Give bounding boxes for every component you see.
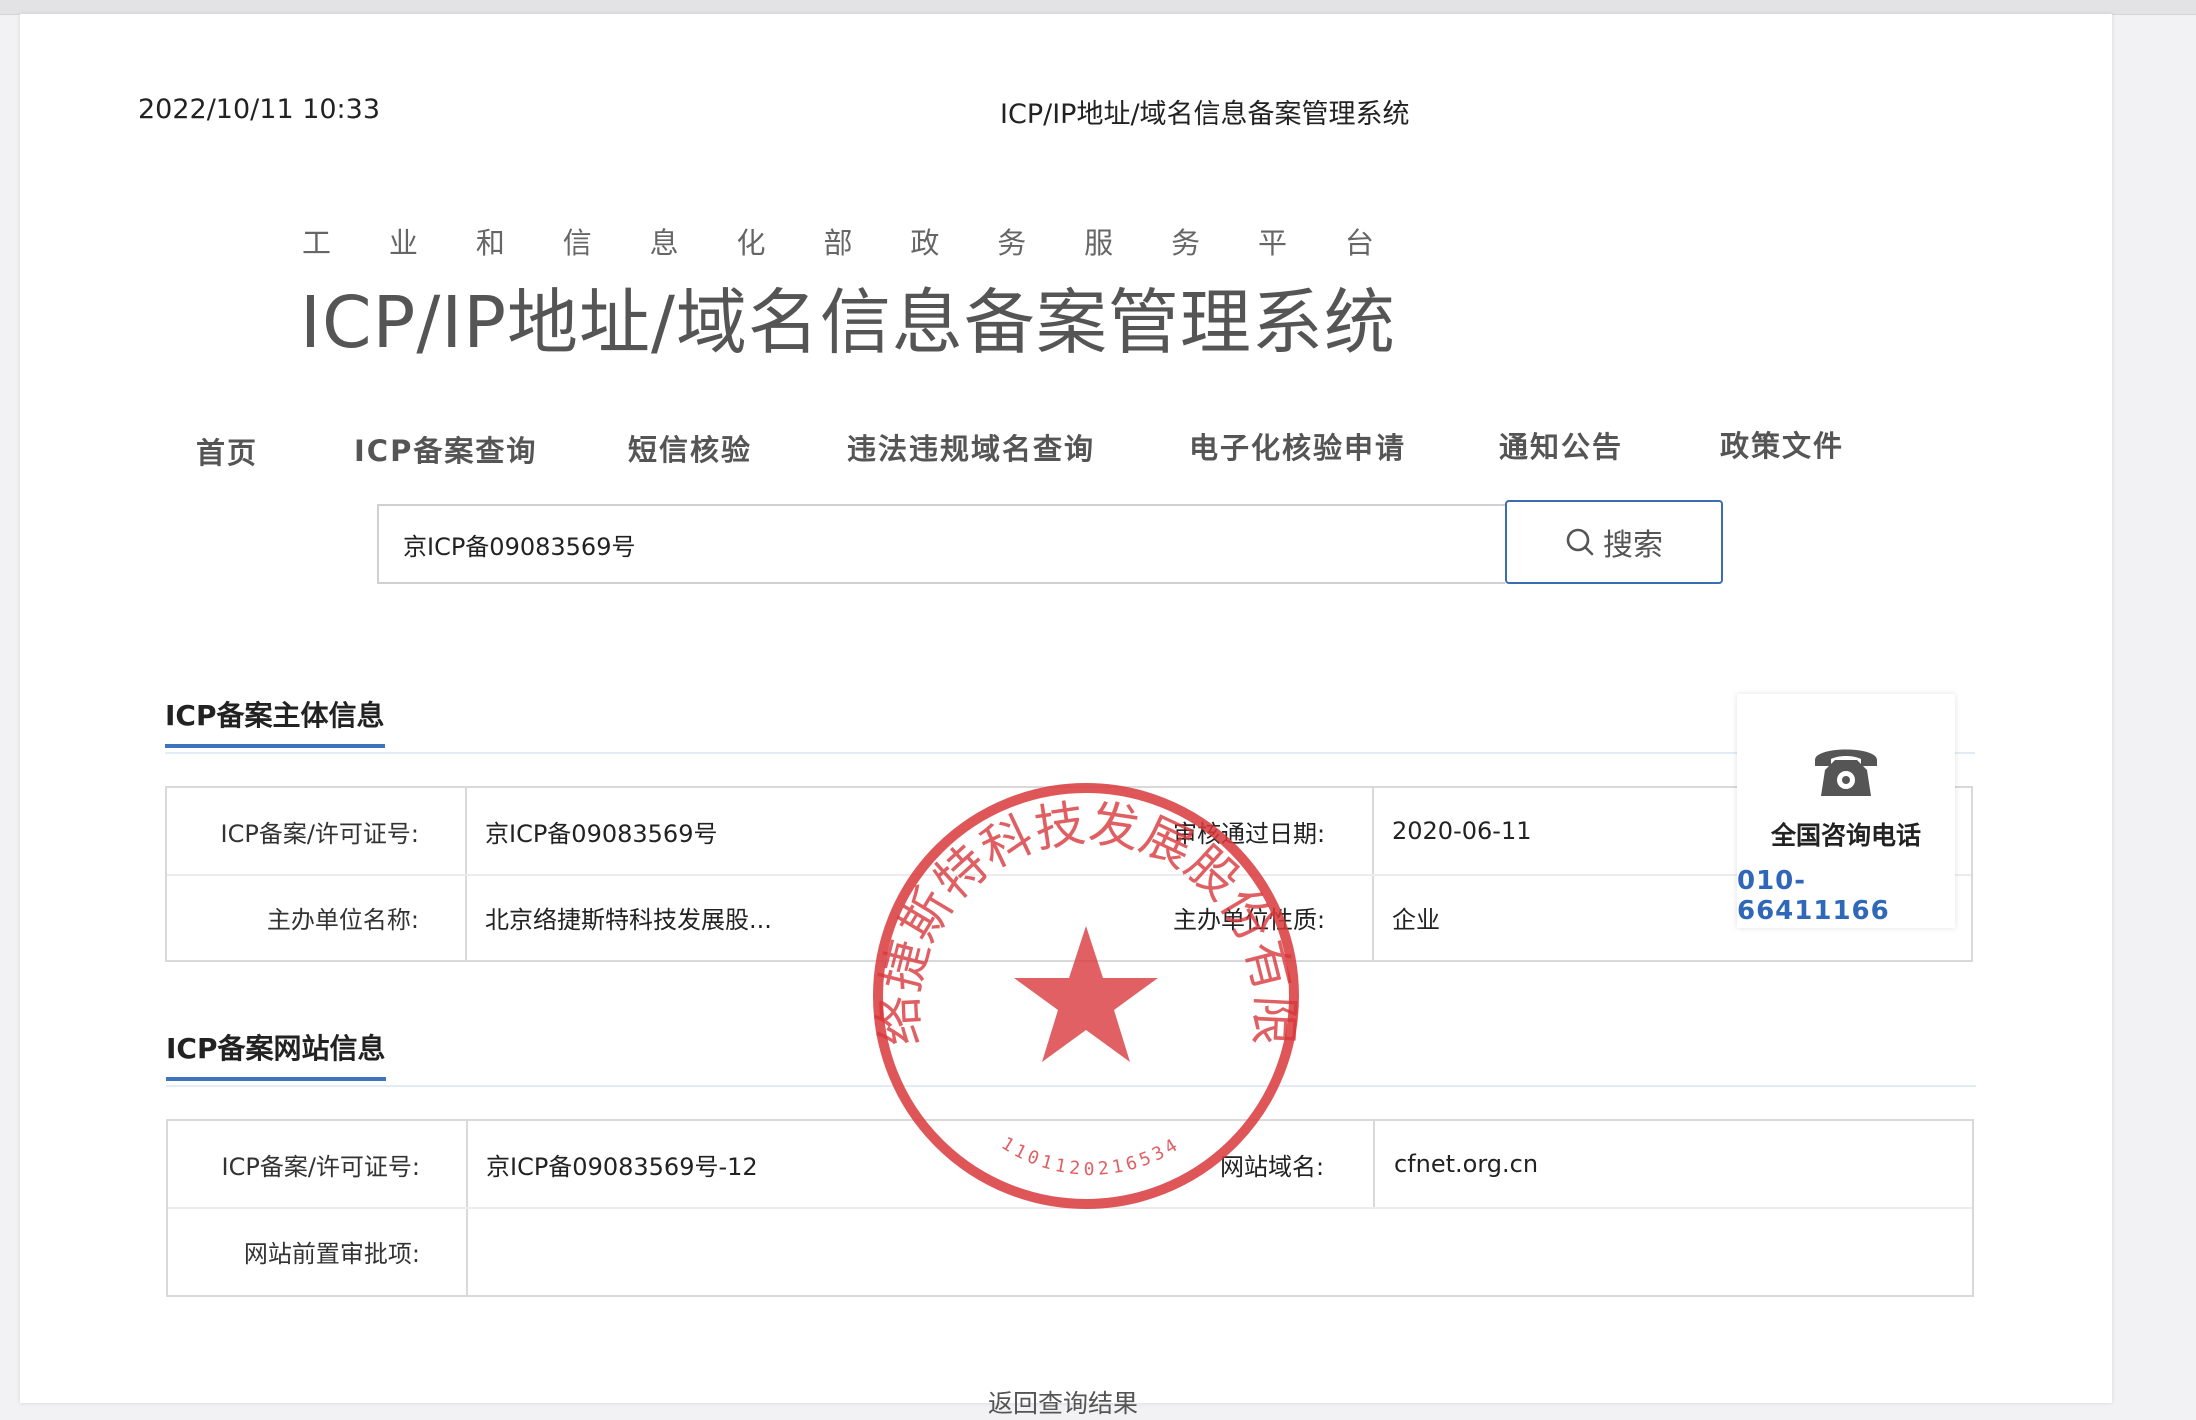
document-page: 2022/10/11 10:33 ICP/IP地址/域名信息备案管理系统 工 业…: [20, 14, 2112, 1418]
entity-section-divider: [165, 752, 1975, 754]
hotline-label: 全国咨询电话: [1770, 821, 1921, 850]
pre-approval-value: [486, 1207, 1886, 1295]
viewer-top-bar: [0, 0, 2196, 15]
search-icon: [1566, 528, 1594, 556]
org-name-label: 主办单位名称:: [266, 905, 419, 934]
pre-approval-label: 网站前置审批项:: [243, 1239, 420, 1268]
approval-date-value: 2020-06-11: [1392, 817, 1532, 845]
ministry-char: 部: [823, 226, 853, 260]
ministry-char: 平: [1257, 226, 1287, 260]
ministry-char: 工: [302, 226, 332, 260]
ministry-char: 化: [736, 226, 766, 260]
system-title: ICP/IP地址/域名信息备案管理系统: [300, 281, 1396, 364]
site-license-label: ICP备案/许可证号:: [221, 1152, 420, 1181]
back-to-results-link[interactable]: 返回查询结果: [988, 1384, 1138, 1420]
hotline-card: 全国咨询电话 010-66411166: [1737, 694, 1955, 928]
ministry-char: 信: [562, 226, 592, 260]
org-type-value: 企业: [1392, 905, 1440, 934]
telephone-icon: [1815, 749, 1877, 796]
nav-item-notices[interactable]: 通知公告: [1499, 424, 1623, 466]
website-section-title: ICP备案网站信息: [166, 1027, 386, 1081]
nav-item-illegal-domain-query[interactable]: 违法违规域名查询: [847, 426, 1095, 468]
org-type-label: 主办单位性质:: [1173, 905, 1326, 934]
nav-item-home[interactable]: 首页: [196, 430, 258, 472]
ministry-char: 服: [1084, 226, 1114, 260]
nav-item-icp-query[interactable]: ICP备案查询: [354, 428, 537, 470]
domain-label: 网站域名:: [1220, 1152, 1325, 1181]
nav-item-policy-docs[interactable]: 政策文件: [1720, 423, 1844, 465]
license-label: ICP备案/许可证号:: [220, 819, 419, 848]
print-header-title: ICP/IP地址/域名信息备案管理系统: [1000, 99, 1410, 130]
website-info-table: ICP备案/许可证号: 京ICP备09083569号-12 网站域名: cfne…: [166, 1119, 1974, 1297]
ministry-char: 务: [997, 226, 1027, 260]
site-license-value: 京ICP备09083569号-12: [486, 1152, 758, 1181]
table-divider: [1373, 1121, 1375, 1207]
ministry-char: 息: [649, 226, 679, 260]
website-section-divider: [166, 1085, 1976, 1087]
ministry-char: 业: [388, 226, 418, 260]
hotline-number[interactable]: 010-66411166: [1737, 866, 1955, 926]
search-button[interactable]: 搜索: [1505, 500, 1723, 584]
ministry-char: 和: [475, 226, 505, 260]
entity-section-title: ICP备案主体信息: [165, 694, 385, 748]
org-name-value: 北京络捷斯特科技发展股...: [485, 905, 772, 934]
print-datetime: 2022/10/11 10:33: [138, 94, 381, 125]
nav-item-sms-verify[interactable]: 短信核验: [628, 427, 752, 469]
license-value: 京ICP备09083569号: [485, 819, 718, 848]
search-input-value: 京ICP备09083569号: [403, 532, 636, 561]
ministry-platform-name: 工 业 和 信 息 化 部 政 务 服 务 平 台: [302, 220, 1374, 262]
ministry-char: 务: [1171, 226, 1201, 260]
search-input[interactable]: 京ICP备09083569号: [377, 504, 1505, 584]
approval-date-label: 审核通过日期:: [1173, 819, 1326, 848]
ministry-char: 政: [910, 226, 940, 260]
main-nav: 首页 ICP备案查询 短信核验 违法违规域名查询 电子化核验申请 通知公告 政策…: [20, 414, 2112, 474]
nav-item-electronic-verify[interactable]: 电子化核验申请: [1189, 425, 1406, 467]
entity-info-table: ICP备案/许可证号: 京ICP备09083569号 审核通过日期: 2020-…: [165, 786, 1973, 962]
ministry-char: 台: [1344, 226, 1374, 260]
search-button-label: 搜索: [1603, 528, 1663, 563]
domain-value: cfnet.org.cn: [1394, 1150, 1539, 1178]
